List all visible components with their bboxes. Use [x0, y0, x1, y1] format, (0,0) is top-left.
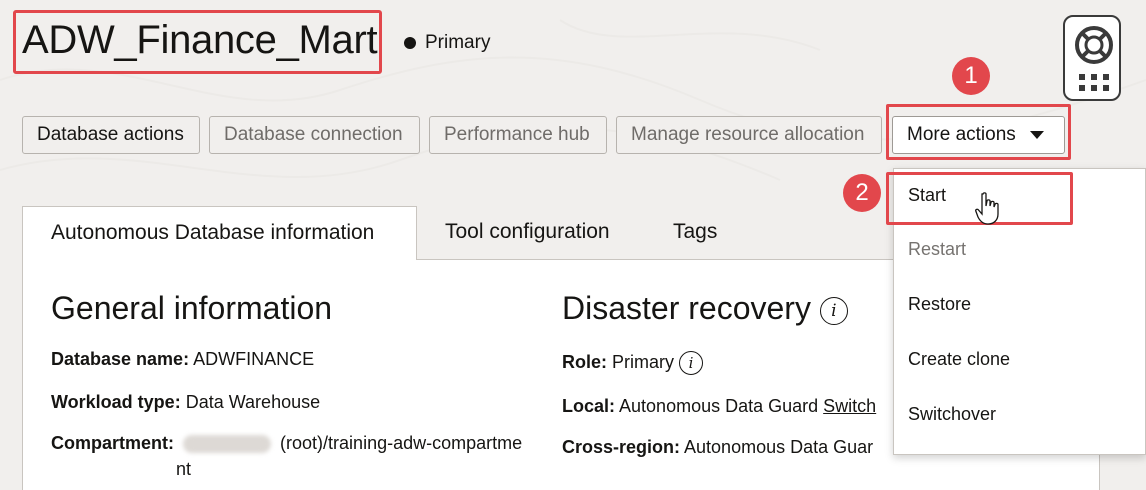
role-value: Primary [612, 351, 675, 372]
menu-item-restore[interactable]: Restore [908, 294, 971, 315]
hand-cursor-icon [975, 192, 999, 225]
help-widget[interactable] [1063, 15, 1121, 101]
local-value: Autonomous Data Guard [619, 396, 819, 416]
page-title: ADW_Finance_Mart [22, 18, 378, 62]
database-connection-label: Database connection [224, 124, 403, 145]
compartment-wrap: nt [176, 459, 192, 479]
menu-item-switchover[interactable]: Switchover [908, 404, 996, 425]
database-name-row: Database name: ADWFINANCE [51, 349, 314, 370]
cross-region-row: Cross-region: Autonomous Data Guar [562, 437, 873, 458]
role-row: Role: Primary i [562, 351, 704, 375]
switchover-link[interactable]: Switch [823, 396, 876, 416]
role-info-icon[interactable]: i [679, 351, 704, 375]
database-actions-label: Database actions [37, 124, 184, 145]
cross-region-label: Cross-region: [562, 437, 681, 457]
workload-type-row: Workload type: Data Warehouse [51, 392, 320, 413]
tab-tool-label: Tool configuration [445, 220, 610, 243]
compartment-value: (root)/training-adw-compartme [280, 433, 523, 453]
more-actions-highlight [886, 104, 1071, 160]
compartment-row: Compartment: (root)/training-adw-compart… [51, 433, 522, 454]
tab-tags[interactable]: Tags [673, 220, 717, 244]
database-connection-button[interactable]: Database connection [209, 116, 420, 154]
menu-item-create-clone[interactable]: Create clone [908, 349, 1010, 370]
callout-1: 1 [952, 57, 990, 95]
local-row: Local: Autonomous Data Guard Switch [562, 396, 876, 417]
callout-2: 2 [843, 174, 881, 212]
redacted-tenancy [183, 435, 272, 454]
performance-hub-label: Performance hub [444, 124, 590, 145]
status-dot-icon [404, 37, 416, 49]
lifebuoy-icon [1075, 26, 1113, 91]
database-name-value: ADWFINANCE [193, 349, 315, 369]
database-name-label: Database name: [51, 349, 190, 369]
manage-resource-allocation-label: Manage resource allocation [631, 124, 865, 145]
cross-region-value: Autonomous Data Guar [684, 437, 874, 457]
role-label: Role: [562, 351, 607, 372]
local-label: Local: [562, 396, 616, 416]
performance-hub-button[interactable]: Performance hub [429, 116, 607, 154]
disaster-recovery-row: Disaster recovery i [562, 290, 848, 327]
tab-tool-configuration[interactable]: Tool configuration [445, 220, 610, 244]
menu-item-restart[interactable]: Restart [908, 239, 966, 260]
manage-resource-allocation-button[interactable]: Manage resource allocation [616, 116, 882, 154]
workload-type-value: Data Warehouse [185, 392, 321, 412]
info-icon[interactable]: i [819, 296, 848, 325]
general-information-heading: General information [51, 290, 333, 326]
status-badge: Primary [425, 32, 491, 53]
disaster-recovery-heading: Disaster recovery [562, 290, 811, 326]
compartment-label: Compartment: [51, 433, 175, 453]
tab-info-label: Autonomous Database information [51, 221, 375, 244]
database-actions-button[interactable]: Database actions [22, 116, 200, 154]
tab-autonomous-database-information[interactable]: Autonomous Database information [22, 206, 417, 261]
workload-type-label: Workload type: [51, 392, 181, 412]
tab-tags-label: Tags [673, 220, 718, 243]
